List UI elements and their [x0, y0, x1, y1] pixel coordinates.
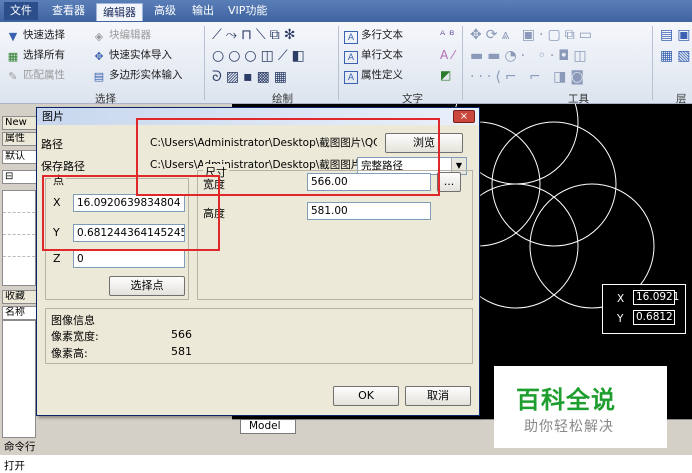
- coord-x-label: X: [617, 293, 625, 305]
- funnel-icon: ▼: [8, 30, 18, 43]
- tab-new[interactable]: New: [2, 116, 38, 130]
- draw-tools-row-2[interactable]: ○○○◫⟋◧: [212, 48, 309, 64]
- polygon-entity-input-button[interactable]: ▤ 多边形实体输入: [92, 67, 183, 83]
- text-tools-column[interactable]: A⁄: [440, 47, 458, 63]
- cancel-button[interactable]: 取消: [405, 386, 471, 406]
- property-grid: [2, 190, 36, 286]
- tools-row-1[interactable]: ✥⟳⩓ ▣·▢⧉▭: [470, 27, 596, 43]
- image-info-group: [45, 308, 473, 364]
- default-row[interactable]: 默认: [2, 150, 38, 164]
- select-all-icon: ▦: [7, 50, 19, 63]
- text-box-icon: A: [344, 31, 358, 44]
- single-line-text-button[interactable]: A 单行文本: [344, 47, 403, 64]
- coord-y-label: Y: [617, 313, 624, 325]
- draw-tools-row-1[interactable]: ⟋⤳⊓⟍⧉✻: [212, 27, 299, 43]
- pixel-width-value: 566: [171, 328, 192, 341]
- watermark-title: 百科全说: [516, 386, 616, 414]
- ribbon-separator: [204, 26, 205, 100]
- attribute-define-button[interactable]: A 属性定义: [344, 67, 403, 84]
- quick-entity-import-button[interactable]: ✥ 快速实体导入: [92, 47, 172, 63]
- favorites-label[interactable]: 收藏: [2, 290, 38, 304]
- menu-editor[interactable]: 编辑器: [96, 3, 143, 21]
- tab-properties[interactable]: 属性: [2, 132, 38, 146]
- multiline-text-button[interactable]: A 多行文本: [344, 27, 403, 44]
- z-field[interactable]: 0: [73, 250, 185, 268]
- match-properties-button[interactable]: ✎ 匹配属性: [6, 67, 65, 83]
- select-group-label: 选择: [95, 93, 116, 105]
- text-tools-column[interactable]: ◩: [440, 67, 455, 83]
- z-label: Z: [53, 252, 61, 265]
- menu-viewer[interactable]: 查看器: [46, 2, 91, 20]
- name-label: 名称: [2, 306, 38, 320]
- coord-y-value: 0.6812: [633, 310, 675, 325]
- watermark-subtitle: 助你轻松解决: [524, 419, 614, 435]
- attribute-icon: A: [344, 71, 358, 84]
- menu-advanced[interactable]: 高级: [148, 2, 182, 20]
- layer-tools-row-1[interactable]: ▤▣: [660, 27, 692, 43]
- draw-tools-row-3[interactable]: ᘐ▨▪▩▦: [212, 69, 291, 85]
- height-field[interactable]: 581.00: [307, 202, 431, 220]
- block-editor-button[interactable]: ◈ 块编辑器: [92, 27, 151, 43]
- tab-model[interactable]: Model: [240, 419, 296, 434]
- left-panel: New 属性 默认 ⊟ 收藏 名称: [0, 104, 38, 440]
- ribbon-separator: [338, 26, 339, 100]
- text-line-icon: A: [344, 51, 358, 64]
- import-icon: ✥: [94, 50, 104, 63]
- command-history-text: 打开: [4, 460, 25, 472]
- more-button[interactable]: ...: [437, 172, 461, 192]
- select-all-button[interactable]: ▦ 选择所有: [6, 47, 65, 63]
- collapse-toggle[interactable]: ⊟: [2, 170, 38, 184]
- menu-bar: 文件 查看器 编辑器 高级 输出 VIP功能: [0, 0, 692, 22]
- path-label: 路径: [41, 138, 63, 151]
- watermark-logo: 百科全说 助你轻松解决: [494, 366, 667, 448]
- pixel-height-value: 581: [171, 345, 192, 358]
- select-point-button[interactable]: 选择点: [109, 276, 185, 296]
- menu-vip[interactable]: VIP功能: [222, 2, 273, 20]
- close-button[interactable]: ×: [453, 110, 475, 123]
- text-tools-column[interactable]: ᴬᴮ: [440, 27, 458, 43]
- tools-row-3[interactable]: ···⟨⌐ ⌐ ◨◙: [470, 69, 588, 85]
- brush-icon: ✎: [8, 70, 18, 83]
- layer-tools-row-2[interactable]: ▦▧: [660, 48, 692, 64]
- favorites-list: [2, 320, 36, 438]
- tools-row-2[interactable]: ▬▬◔· ◦·◘◫: [470, 48, 591, 64]
- polygon-icon: ▤: [93, 70, 105, 83]
- pixel-width-label: 像素宽度:: [51, 330, 99, 343]
- menu-file[interactable]: 文件: [4, 2, 38, 20]
- highlight-xy-box: [42, 175, 220, 251]
- menu-output[interactable]: 输出: [186, 2, 220, 20]
- ribbon-separator: [462, 26, 463, 100]
- ribbon-separator: [652, 26, 653, 100]
- coordinate-readout: X 16.0921 Y 0.6812: [602, 284, 686, 334]
- ok-button[interactable]: OK: [333, 386, 399, 406]
- block-icon: ◈: [94, 30, 104, 43]
- image-info-label: 图像信息: [51, 314, 95, 327]
- coord-x-value: 16.0921: [633, 290, 679, 305]
- quick-select-button[interactable]: ▼ 快速选择: [6, 27, 65, 43]
- ribbon-toolbar: ▼ 快速选择 ◈ 块编辑器 ▦ 选择所有 ✥ 快速实体导入 ✎ 匹配属性 ▤ 多边形实体输入…: [0, 22, 692, 105]
- pixel-height-label: 像素高:: [51, 347, 88, 360]
